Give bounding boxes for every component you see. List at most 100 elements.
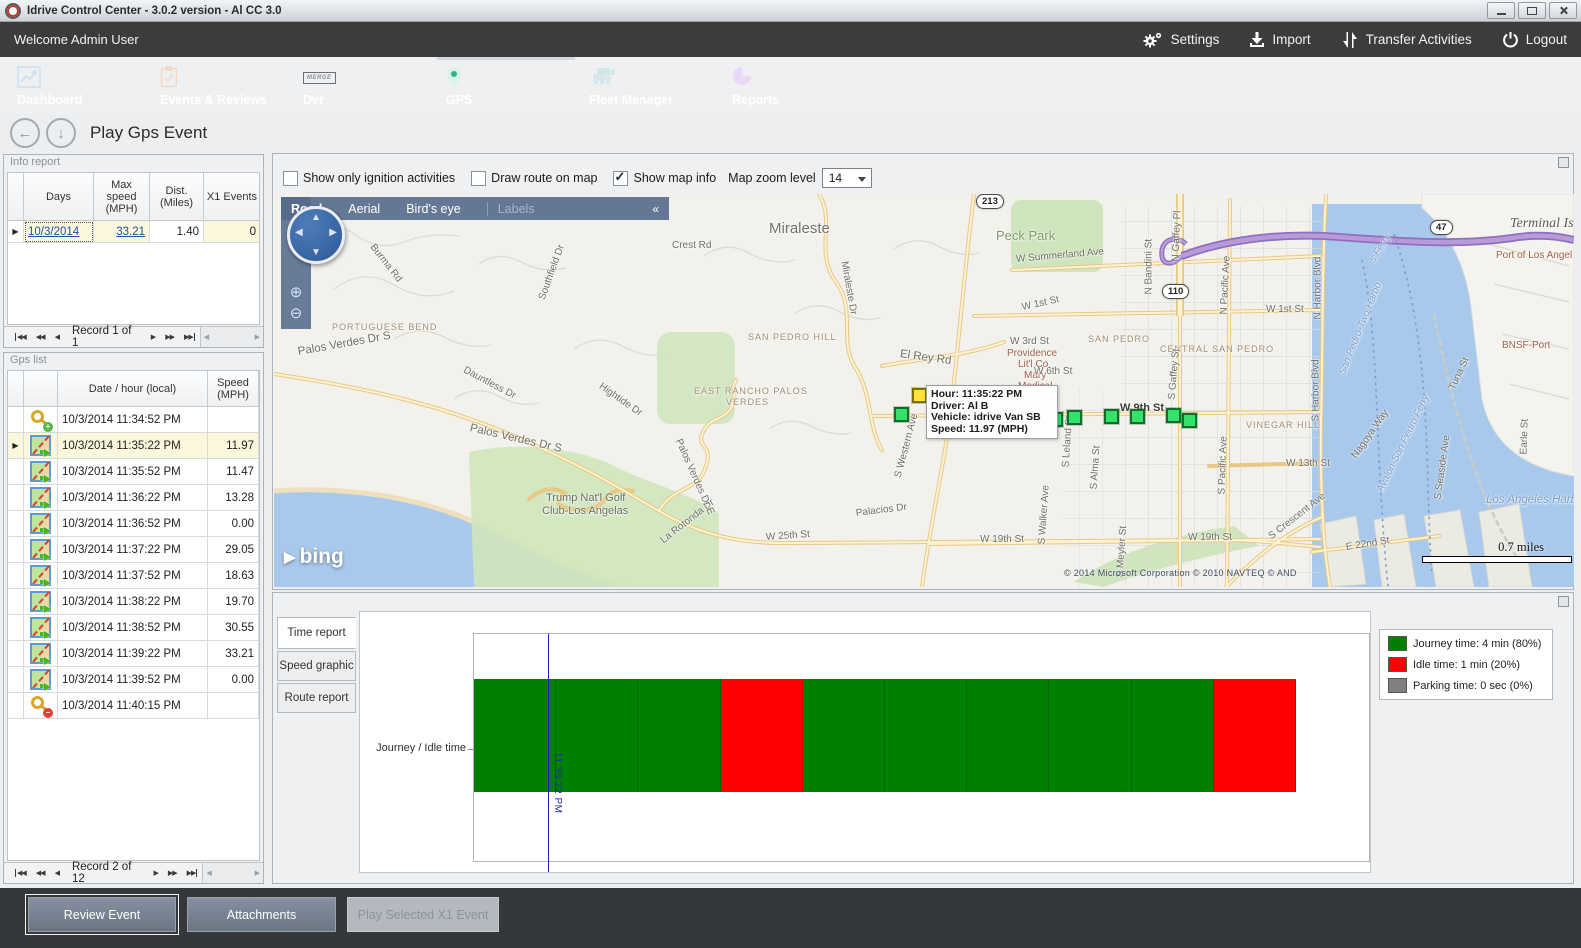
date-hour-cell: 10/3/2014 11:34:52 PM	[58, 407, 208, 433]
transfer-activities-button[interactable]: Transfer Activities	[1341, 31, 1472, 49]
gps-row[interactable]: 10/3/2014 11:39:52 PM0.00	[8, 667, 259, 693]
gps-row[interactable]: 10/3/2014 11:38:22 PM19.70	[8, 589, 259, 615]
tab-reports[interactable]: Reports	[723, 61, 861, 113]
first-record-button[interactable]: ◀◀	[15, 869, 26, 877]
tab-time-report[interactable]: Time report	[277, 617, 356, 649]
zoom-in-button[interactable]: ⊕	[290, 285, 303, 300]
selected-point-marker[interactable]	[912, 388, 927, 403]
journey-segment	[803, 679, 885, 792]
first-record-button[interactable]: ◀◀	[15, 333, 26, 341]
map-pan-control[interactable]: ▲ ▼ ◀ ▶	[287, 206, 345, 264]
line-chart-icon	[17, 66, 41, 88]
bing-logo: ▶ bing	[284, 545, 344, 569]
arrow-head	[44, 657, 55, 665]
next-record-button[interactable]: ▶	[153, 869, 157, 877]
gps-point-marker[interactable]	[1130, 409, 1145, 424]
settings-button[interactable]: Settings	[1142, 31, 1220, 49]
speed-cell: 33.21	[208, 641, 259, 667]
row-marker-cell	[8, 537, 24, 563]
gps-row[interactable]: 10/3/2014 11:36:22 PM13.28	[8, 485, 259, 511]
column-header-dist[interactable]: Dist. (Miles)	[150, 173, 204, 221]
gps-row[interactable]: 10/3/2014 11:35:52 PM11.47	[8, 459, 259, 485]
gps-row[interactable]: −10/3/2014 11:40:15 PM	[8, 693, 259, 719]
prev-record-button[interactable]: ◀	[55, 333, 59, 341]
fast-prev-button[interactable]: ◀◀	[36, 869, 45, 877]
attachments-button[interactable]: Attachments	[187, 897, 336, 932]
gps-point-marker[interactable]	[1182, 413, 1197, 428]
last-record-button[interactable]: ▶▶	[184, 333, 195, 341]
maximize-button[interactable]	[1518, 2, 1546, 19]
map-style-birdseye[interactable]: Bird's eye	[406, 202, 461, 216]
column-header-days[interactable]: Days	[24, 173, 94, 221]
back-button[interactable]: ←	[10, 118, 40, 148]
date-link[interactable]: 10/3/2014	[28, 226, 79, 238]
fast-next-button[interactable]: ▶▶	[168, 869, 177, 877]
gps-row[interactable]: 10/3/2014 11:37:22 PM29.05	[8, 537, 259, 563]
collapse-map-panel-button[interactable]	[1558, 157, 1569, 168]
map-label: San Pedro Hill	[748, 332, 837, 342]
table-row[interactable]: ▶10/3/201433.211.400	[8, 221, 259, 243]
gps-point-marker[interactable]	[1104, 409, 1119, 424]
horizontal-scrollbar[interactable]: ◀▶	[200, 327, 263, 347]
fast-prev-button[interactable]: ◀◀	[36, 333, 45, 341]
map-style-labels[interactable]: Labels	[498, 202, 535, 216]
icon-cell	[24, 433, 58, 459]
speed-cell: 0.00	[208, 511, 259, 537]
draw-route-checkbox[interactable]	[471, 171, 486, 186]
map-label: Portuguese Bend	[332, 322, 437, 332]
show-map-info-checkbox[interactable]	[613, 171, 628, 186]
map-style-aerial[interactable]: Aerial	[348, 202, 380, 216]
gps-row[interactable]: ▶10/3/2014 11:35:22 PM11.97	[8, 433, 259, 459]
zoom-out-button[interactable]: ⊖	[290, 306, 303, 321]
down-button[interactable]: ↓	[46, 118, 76, 148]
gps-row[interactable]: 10/3/2014 11:38:52 PM30.55	[8, 615, 259, 641]
journey-idle-bar	[474, 679, 1296, 792]
gps-row[interactable]: 10/3/2014 11:36:52 PM0.00	[8, 511, 259, 537]
tab-fleet-manager[interactable]: Fleet Manager	[580, 61, 718, 113]
column-header-max-speed[interactable]: Max speed (MPH)	[94, 173, 150, 221]
time-cursor-line[interactable]	[548, 634, 549, 872]
fast-next-button[interactable]: ▶▶	[165, 333, 174, 341]
import-button[interactable]: Import	[1249, 31, 1310, 48]
gps-point-marker[interactable]	[894, 407, 909, 422]
gps-point-marker[interactable]	[1067, 410, 1082, 425]
date-hour-cell: 10/3/2014 11:40:15 PM	[58, 693, 208, 719]
map-zoom-level-select[interactable]: 14	[822, 168, 872, 188]
gps-row[interactable]: +10/3/2014 11:34:52 PM	[8, 407, 259, 433]
gps-point-marker[interactable]	[1166, 408, 1181, 423]
last-record-button[interactable]: ▶▶	[187, 869, 198, 877]
collapse-chart-panel-button[interactable]	[1558, 596, 1569, 607]
gps-row[interactable]: 10/3/2014 11:39:22 PM33.21	[8, 641, 259, 667]
tab-speed-graphic[interactable]: Speed graphic	[277, 651, 356, 681]
tab-route-report[interactable]: Route report	[277, 683, 356, 713]
close-button[interactable]	[1549, 2, 1577, 19]
minimize-button[interactable]	[1487, 2, 1515, 19]
maximize-icon	[1527, 7, 1537, 15]
gps-list-table: Date / hour (local) Speed (MPH) +10/3/20…	[7, 370, 260, 861]
gps-row[interactable]: 10/3/2014 11:37:52 PM18.63	[8, 563, 259, 589]
column-header-speed[interactable]: Speed (MPH)	[208, 371, 259, 407]
bing-map[interactable]: MiralesteCrest RdBurma RdSouthfield DrMi…	[274, 194, 1574, 587]
days-cell[interactable]: 10/3/2014	[24, 221, 94, 243]
next-record-button[interactable]: ▶	[151, 333, 155, 341]
speed-cell: 11.97	[208, 433, 259, 459]
play-selected-x1-event-button[interactable]: Play Selected X1 Event	[347, 897, 499, 932]
max-speed-link[interactable]: 33.21	[116, 226, 145, 238]
ignition-off-key-icon: −	[30, 695, 51, 716]
tab-gps[interactable]: GPS	[437, 61, 575, 113]
map-label: Terminal Isl	[1510, 216, 1574, 232]
logout-button[interactable]: Logout	[1502, 31, 1567, 48]
horizontal-scrollbar[interactable]: ◀▶	[202, 863, 263, 883]
toolbar-collapse-button[interactable]: «	[652, 202, 659, 216]
pan-left-icon: ◀	[295, 227, 303, 238]
tab-dashboard[interactable]: Dashboard	[8, 61, 146, 113]
review-event-button[interactable]: Review Event	[28, 897, 176, 932]
time-report-chart: Journey / Idle time 11:35:22 PM	[359, 611, 1371, 873]
journey-segment	[474, 679, 556, 792]
prev-record-button[interactable]: ◀	[55, 869, 59, 877]
ignition-activities-checkbox[interactable]	[283, 171, 298, 186]
column-header-x1-events[interactable]: X1 Events	[204, 173, 260, 221]
tab-events-reviews[interactable]: Events & Reviews	[151, 61, 289, 113]
tab-dvr[interactable]: MERGE Dvr	[294, 61, 432, 113]
column-header-date-hour[interactable]: Date / hour (local)	[58, 371, 208, 407]
